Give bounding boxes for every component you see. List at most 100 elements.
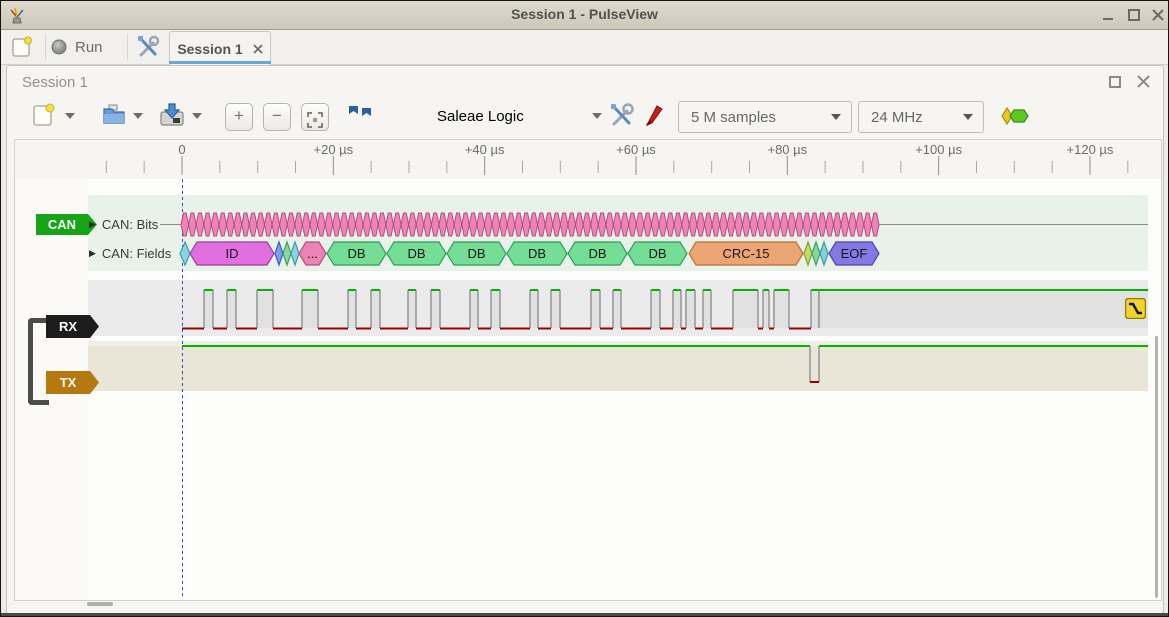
can-bit-annotation [242, 213, 250, 236]
device-label: Saleae Logic [427, 108, 592, 125]
trigger-marker-falling-edge[interactable] [1125, 298, 1146, 319]
rx-pulse-fill [733, 290, 758, 328]
add-decoder-button[interactable] [999, 106, 1031, 131]
can-bit-annotation [257, 213, 265, 236]
can-bit-annotation [507, 213, 515, 236]
trace-view[interactable]: 0+20 µs+40 µs+60 µs+80 µs+100 µs+120 µsI… [14, 139, 1162, 601]
can-bit-annotation [750, 213, 758, 236]
can-bit-annotation [560, 213, 568, 236]
can-bit-annotation [742, 213, 750, 236]
can-bit-annotation [462, 213, 470, 236]
can-bit-annotation [409, 213, 417, 236]
subwindow-float-button[interactable] [1108, 75, 1122, 89]
can-bit-annotation [841, 213, 849, 236]
horizontal-scrollbar-track[interactable] [15, 601, 1155, 610]
channel-tag-tx[interactable]: TX [46, 371, 99, 394]
can-bit-annotation [712, 213, 720, 236]
can-bit-annotation [780, 213, 788, 236]
new-session-button[interactable] [9, 33, 35, 61]
can-bit-annotation [522, 213, 530, 236]
channel-tag-can[interactable]: CAN [36, 214, 97, 235]
can-bit-annotation [484, 213, 492, 236]
zoom-out-button[interactable]: − [263, 103, 291, 131]
settings-button[interactable] [135, 33, 161, 61]
run-label: Run [75, 39, 103, 56]
can-bit-annotation [492, 213, 500, 236]
device-config-button[interactable] [607, 101, 635, 134]
can-bit-annotation [348, 213, 356, 236]
decoder-row-label-bits[interactable]: ▶ CAN: Bits [89, 217, 158, 232]
rx-pulse-fill [673, 290, 681, 328]
open-dropdown[interactable] [133, 113, 143, 119]
can-bit-annotation [576, 213, 584, 236]
rx-pulse-fill [530, 290, 538, 328]
can-bit-annotation [302, 213, 310, 236]
new-file-icon [29, 101, 57, 129]
new-file-button[interactable] [29, 101, 57, 134]
zoom-fit-button[interactable] [301, 103, 329, 131]
can-bit-annotation [849, 213, 857, 236]
can-field-label: DB [347, 246, 365, 261]
can-bit-annotation [447, 213, 455, 236]
rx-pulse-fill [551, 290, 560, 328]
close-button[interactable] [1151, 9, 1165, 21]
rx-pulse-fill [227, 290, 236, 328]
sample-rate-combo[interactable]: 24 MHz [858, 101, 984, 133]
expand-arrow-icon[interactable]: ▶ [89, 248, 96, 259]
can-bit-annotation [333, 213, 341, 236]
can-bit-annotation [788, 213, 796, 236]
rx-pulse-fill [491, 290, 500, 328]
can-field-label: DB [407, 246, 425, 261]
can-bit-annotation [705, 213, 713, 236]
horizontal-scrollbar-handle[interactable] [87, 602, 113, 606]
rx-pulse-fill [302, 290, 318, 328]
can-bit-annotation [651, 213, 659, 236]
app-window: Session 1 - PulseView Run [0, 0, 1169, 617]
session-title: Session 1 [22, 74, 88, 91]
can-bit-annotation [393, 213, 401, 236]
ruler-tick-label: 0 [178, 142, 185, 157]
can-bit-annotation [796, 213, 804, 236]
can-bit-annotation [727, 213, 735, 236]
maximize-button[interactable] [1127, 9, 1141, 21]
can-field-label: ID [226, 246, 239, 261]
decoder-row-label-fields[interactable]: ▶ CAN: Fields [89, 246, 171, 261]
rx-pulse-fill [686, 290, 695, 328]
can-bit-annotation [773, 213, 781, 236]
ruler-tick-label: +20 µs [314, 142, 354, 157]
sample-count-combo[interactable]: 5 M samples [678, 101, 852, 133]
vertical-scrollbar[interactable] [1155, 336, 1158, 598]
can-bit-annotation [318, 213, 326, 236]
can-bit-annotation [697, 213, 705, 236]
can-bit-annotation [477, 213, 485, 236]
can-field-annotation [275, 242, 283, 265]
ruler-tick-label: +80 µs [767, 142, 807, 157]
run-button[interactable]: Run [51, 33, 103, 61]
can-bit-annotation [454, 213, 462, 236]
save-button[interactable] [157, 101, 187, 134]
open-button[interactable] [100, 101, 130, 134]
can-bit-annotation [287, 213, 295, 236]
tab-session-1[interactable]: Session 1 [169, 31, 271, 65]
can-bit-annotation [538, 213, 546, 236]
can-bit-annotation [325, 213, 333, 236]
show-cursors-button[interactable] [343, 101, 377, 134]
can-bit-annotation [689, 213, 697, 236]
probe-icon [643, 101, 669, 129]
channel-tag-rx[interactable]: RX [46, 315, 99, 338]
expand-arrow-icon[interactable]: ▶ [89, 219, 96, 230]
device-selector[interactable]: Saleae Logic [427, 103, 602, 129]
channels-button[interactable] [643, 101, 669, 134]
can-bit-annotation [667, 213, 675, 236]
zoom-in-button[interactable]: + [225, 103, 253, 131]
main-toolbar: Run Session 1 [1, 30, 1168, 65]
subwindow-close-button[interactable] [1136, 74, 1151, 89]
rx-high-fill [819, 290, 1148, 328]
rx-pulse-fill [703, 290, 711, 328]
save-dropdown[interactable] [192, 113, 202, 119]
can-bit-annotation [295, 213, 303, 236]
new-file-dropdown[interactable] [65, 113, 75, 119]
minimize-button[interactable] [1101, 9, 1115, 21]
titlebar[interactable]: Session 1 - PulseView [1, 1, 1168, 30]
tab-close-icon[interactable] [253, 44, 263, 54]
